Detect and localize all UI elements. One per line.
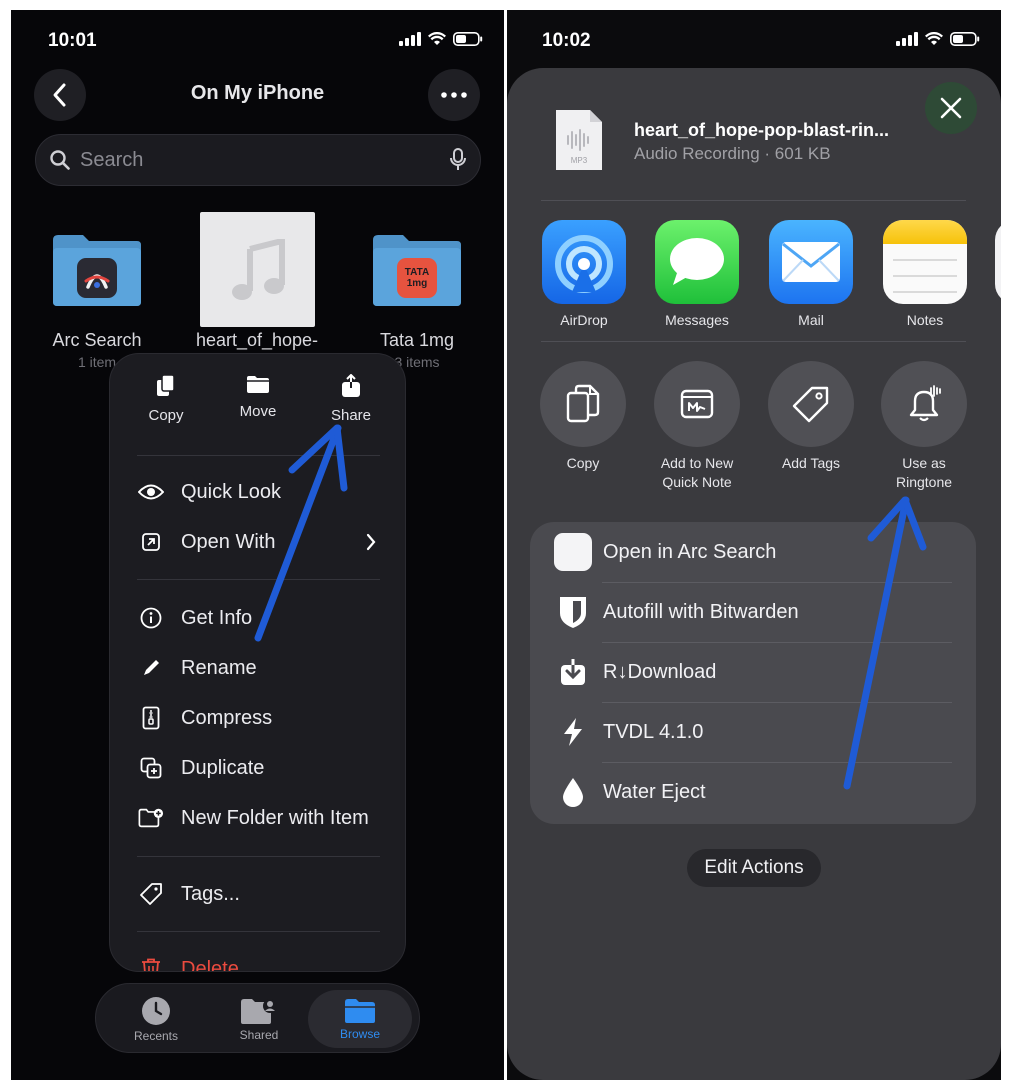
annotation-arrow (254, 424, 348, 642)
annotation-arrow (843, 496, 927, 790)
right-screenshot: 10:02 MP3 heart_of_hope-pop-blast-rin...… (507, 10, 1001, 1080)
left-screenshot: 10:01 On My iPhone Search Arc Search 1 i… (11, 10, 504, 1080)
